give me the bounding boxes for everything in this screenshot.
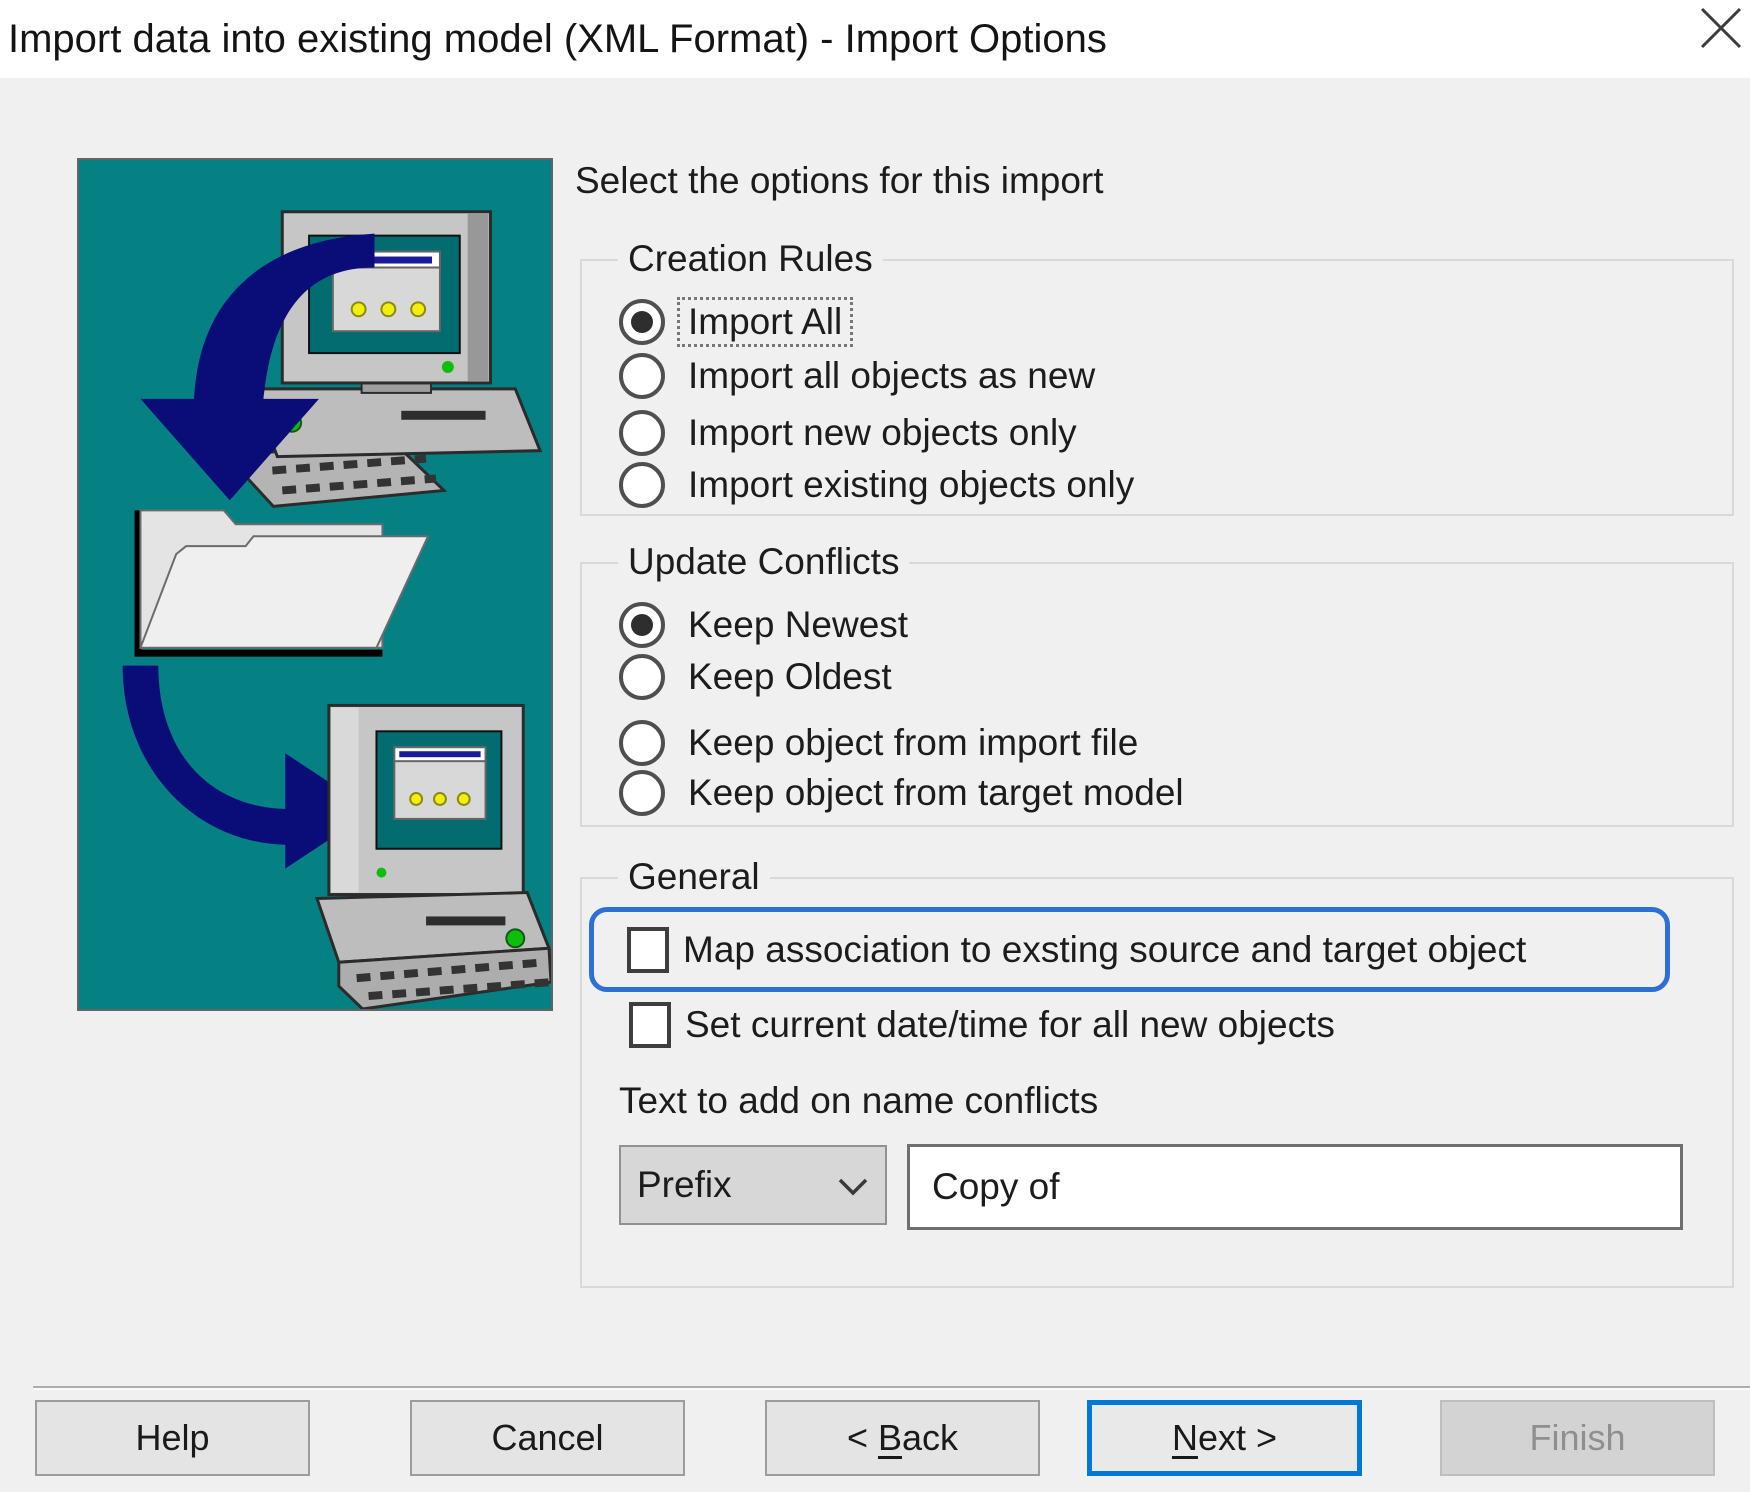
radio-circle[interactable] [619, 353, 665, 399]
close-icon [1698, 5, 1744, 56]
target-computer-icon [314, 703, 551, 1009]
radio-import-all-as-new[interactable]: Import all objects as new [619, 352, 1106, 400]
general-group: General Map association to exsting sourc… [580, 856, 1734, 1288]
radio-circle[interactable] [619, 299, 665, 345]
radio-label[interactable]: Import new objects only [677, 408, 1088, 458]
name-conflicts-label: Text to add on name conflicts [619, 1080, 1099, 1121]
radio-circle[interactable] [619, 602, 665, 648]
help-button[interactable]: Help [35, 1400, 310, 1476]
set-datetime-checkbox[interactable] [629, 1002, 671, 1048]
radio-keep-oldest[interactable]: Keep Oldest [619, 653, 903, 701]
radio-label[interactable]: Import existing objects only [677, 460, 1145, 510]
radio-import-all[interactable]: Import All [619, 297, 854, 347]
radio-circle[interactable] [619, 770, 665, 816]
import-wizard-graphic [77, 158, 553, 1011]
set-datetime-row[interactable]: Set current date/time for all new object… [629, 1001, 1335, 1049]
button-label: Cancel [491, 1417, 604, 1458]
button-label: < Back [846, 1417, 959, 1458]
finish-button[interactable]: Finish [1440, 1400, 1715, 1476]
close-button[interactable] [1698, 2, 1750, 58]
next-button[interactable]: Next > [1087, 1400, 1362, 1476]
radio-label[interactable]: Keep object from import file [677, 718, 1149, 768]
checkbox-label[interactable]: Map association to exsting source and ta… [683, 929, 1526, 971]
titlebar: Import data into existing model (XML For… [0, 0, 1750, 78]
dialog-title: Import data into existing model (XML For… [8, 16, 1107, 61]
radio-circle[interactable] [619, 720, 665, 766]
radio-circle[interactable] [619, 462, 665, 508]
update-conflicts-legend: Update Conflicts [618, 541, 910, 583]
map-association-highlight: Map association to exsting source and ta… [589, 907, 1670, 992]
affix-dropdown-value: Prefix [637, 1164, 732, 1205]
radio-label[interactable]: Keep Oldest [677, 652, 903, 702]
back-button[interactable]: < Back [765, 1400, 1040, 1476]
radio-label[interactable]: Import All [677, 297, 854, 347]
button-label: Finish [1529, 1417, 1626, 1458]
radio-circle[interactable] [619, 410, 665, 456]
general-legend: General [618, 856, 770, 898]
radio-label[interactable]: Keep object from target model [677, 768, 1195, 818]
radio-import-existing-only[interactable]: Import existing objects only [619, 461, 1145, 509]
import-options-dialog: Import data into existing model (XML For… [0, 0, 1750, 1492]
radio-import-new-only[interactable]: Import new objects only [619, 409, 1088, 457]
radio-keep-newest[interactable]: Keep Newest [619, 601, 919, 649]
button-label: Help [135, 1417, 210, 1458]
radio-label[interactable]: Import all objects as new [677, 351, 1106, 401]
divider [33, 1386, 1750, 1390]
affix-dropdown[interactable]: Prefix [619, 1145, 887, 1225]
radio-label[interactable]: Keep Newest [677, 600, 919, 650]
intro-text: Select the options for this import [575, 160, 1104, 201]
creation-rules-group: Creation Rules Import All Import all obj… [580, 238, 1734, 516]
update-conflicts-group: Update Conflicts Keep Newest Keep Oldest… [580, 541, 1734, 827]
cancel-button[interactable]: Cancel [410, 1400, 685, 1476]
conflict-text-input[interactable] [907, 1144, 1683, 1230]
radio-keep-target-model[interactable]: Keep object from target model [619, 769, 1195, 817]
radio-keep-import-file[interactable]: Keep object from import file [619, 719, 1149, 767]
chevron-down-icon [837, 1164, 869, 1206]
map-association-checkbox[interactable] [627, 926, 669, 973]
creation-rules-legend: Creation Rules [618, 238, 883, 280]
checkbox-label[interactable]: Set current date/time for all new object… [685, 1004, 1335, 1046]
radio-circle[interactable] [619, 654, 665, 700]
button-label: Next > [1171, 1417, 1278, 1458]
